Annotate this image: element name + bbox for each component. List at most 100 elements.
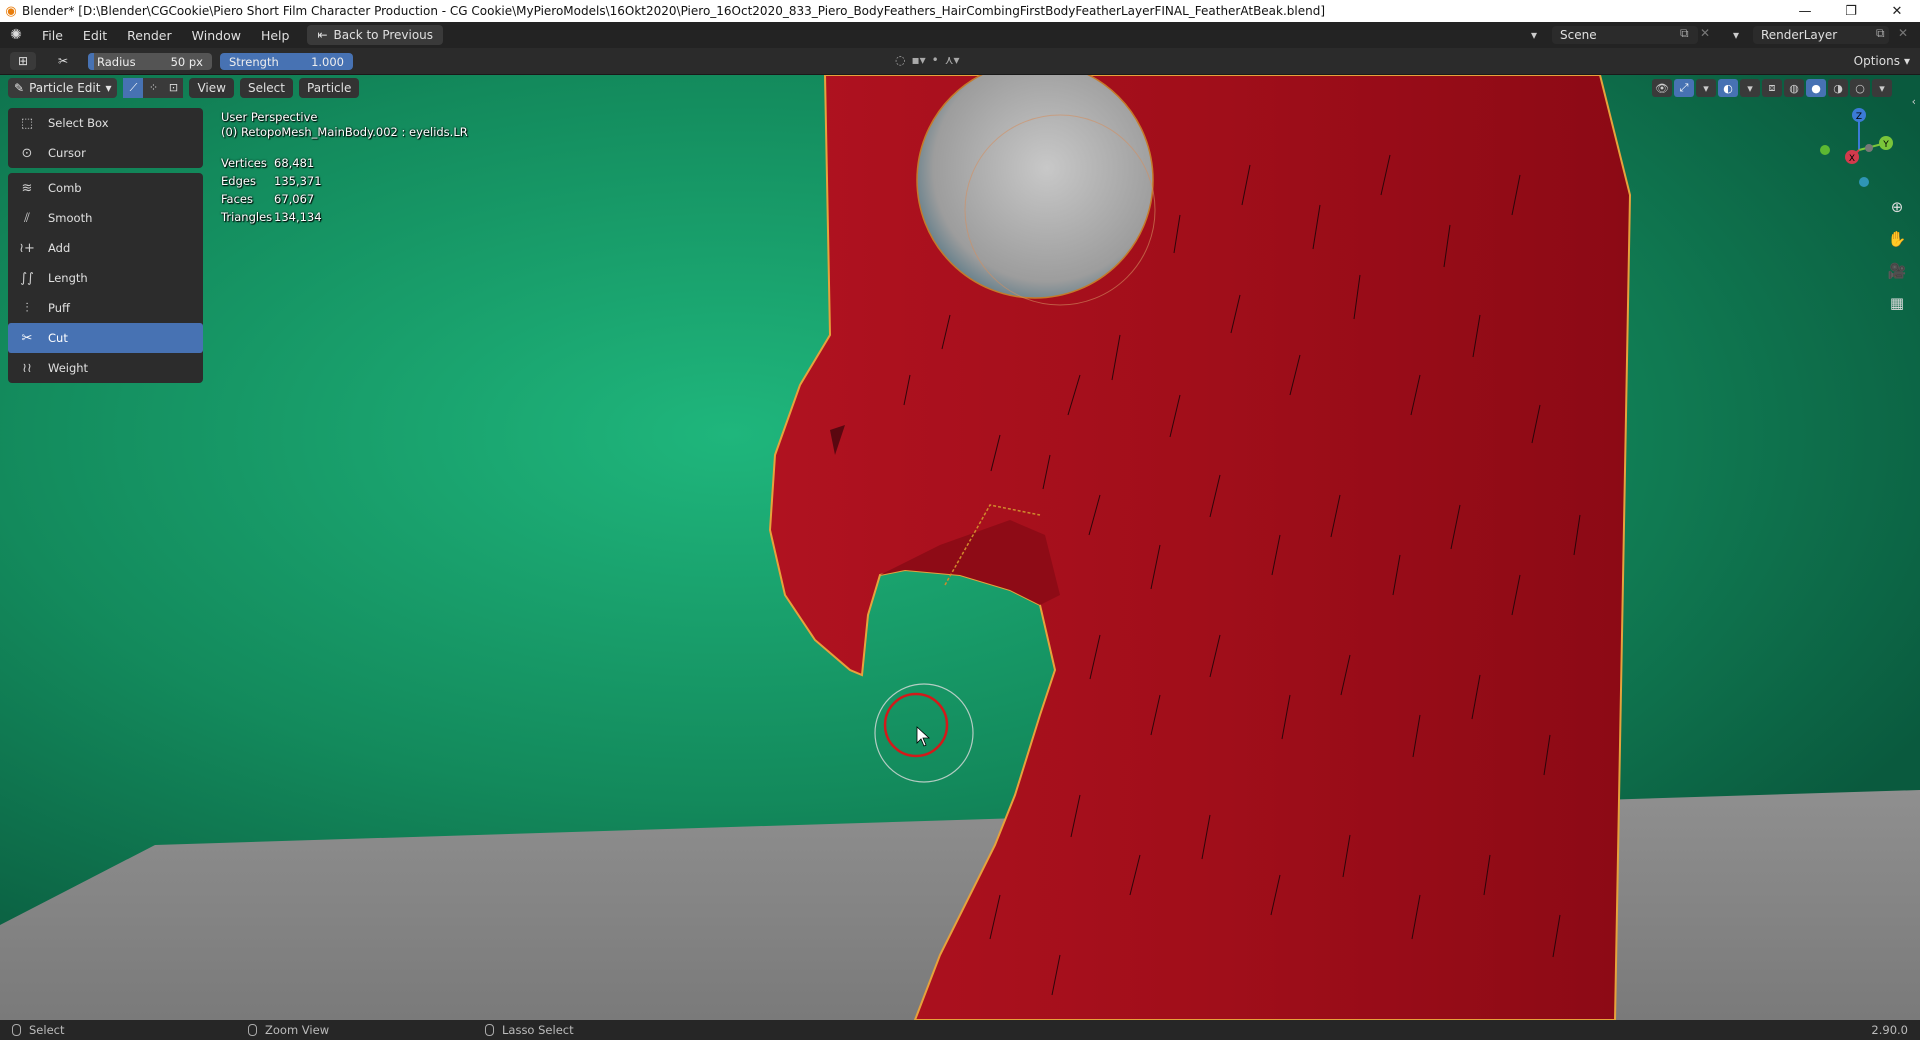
stat-label: Edges [221, 174, 256, 188]
tool-label: Weight [48, 361, 89, 375]
options-menu[interactable]: Options ▾ [1854, 52, 1910, 70]
tool-cut[interactable]: ✂ Cut [8, 323, 203, 353]
tool-weight[interactable]: ≀≀ Weight [8, 353, 203, 383]
scene-name: Scene [1560, 28, 1597, 42]
ortho-grid-icon[interactable]: ▦ [1884, 291, 1910, 315]
tool-comb[interactable]: ≋ Comb [8, 173, 203, 203]
xray-icon[interactable]: ⧈ [1762, 79, 1782, 97]
tool-add[interactable]: ≀+ Add [8, 233, 203, 263]
menu-view[interactable]: View [189, 77, 234, 98]
stat-value: 135,371 [274, 174, 322, 188]
stat-row: Vertices 68,481 [221, 154, 322, 172]
tool-smooth[interactable]: ⫽ Smooth [8, 203, 203, 233]
tool-group-brushes: ≋ Comb ⫽ Smooth ≀+ Add ∫∫ Length ⫶ Puff … [8, 173, 203, 383]
zoom-icon[interactable]: ⊕ [1884, 195, 1910, 219]
tool-label: Cursor [48, 146, 86, 160]
back-icon: ⇤ [317, 28, 328, 42]
proportional-icon[interactable]: ◌ [895, 53, 905, 67]
select-box-icon: ⬚ [20, 115, 34, 131]
renderlayer-browse-icon[interactable]: ▾ [1725, 26, 1747, 44]
gizmo-options-icon[interactable]: ▾ [1696, 79, 1716, 97]
menu-window[interactable]: Window [182, 28, 251, 43]
close-button[interactable]: ✕ [1874, 0, 1920, 22]
path-mode-icon[interactable]: ⟋ [123, 77, 144, 98]
tool-label: Select Box [48, 116, 109, 130]
pivot-icon[interactable]: • [932, 53, 939, 67]
status-select-label: Select [29, 1023, 65, 1037]
overlay-toggle-icon[interactable]: ◐ [1718, 79, 1738, 97]
scene-delete-icon[interactable]: ✕ [1700, 26, 1710, 40]
menu-render[interactable]: Render [117, 28, 182, 43]
editor-type-icon[interactable]: ⊞ [10, 52, 36, 70]
snap-icon[interactable]: ▪▾ [911, 53, 925, 67]
stat-label: Triangles [221, 210, 273, 224]
renderlayer-delete-icon[interactable]: ✕ [1898, 26, 1908, 40]
menu-help[interactable]: Help [251, 28, 300, 43]
3d-viewport[interactable]: ✎ Particle Edit ▾ ⟋ ⁘ ⊡ View Select Part… [0, 75, 1920, 1020]
viewport-shading-controls: 👁 ⤢ ▾ ◐ ▾ ⧈ ◍ ● ◑ ○ ▾ [1652, 79, 1892, 97]
sidebar-toggle-icon[interactable]: ‹ [1912, 95, 1916, 108]
version-label: 2.90.0 [1871, 1023, 1908, 1037]
menu-file[interactable]: File [32, 28, 73, 43]
tool-settings-header: ⊞ ✂ Radius 50 px Strength 1.000 ◌ ▪▾ • ⋏… [0, 48, 1920, 75]
tool-group-selection: ⬚ Select Box ⊙ Cursor [8, 108, 203, 168]
tool-shelf: ⬚ Select Box ⊙ Cursor ≋ Comb ⫽ Smooth ≀+… [8, 108, 203, 388]
overlay-options-icon[interactable]: ▾ [1740, 79, 1760, 97]
chevron-down-icon: ▾ [1903, 54, 1910, 68]
weight-icon: ≀≀ [22, 360, 32, 376]
restore-button[interactable]: ❐ [1828, 0, 1874, 22]
scene-new-icon[interactable]: ⧉ [1680, 26, 1689, 41]
tool-puff[interactable]: ⫶ Puff [8, 293, 203, 323]
gizmo-z-label: Z [1856, 112, 1862, 122]
shading-options-icon[interactable]: ▾ [1872, 79, 1892, 97]
solid-shading-icon[interactable]: ● [1806, 79, 1826, 97]
stat-value: 67,067 [274, 192, 315, 206]
stat-value: 68,481 [274, 156, 315, 170]
strength-field[interactable]: Strength 1.000 [220, 53, 353, 70]
cut-icon: ✂ [21, 330, 33, 346]
gizmo-toggle-icon[interactable]: ⤢ [1674, 79, 1694, 97]
status-lasso: Lasso Select [485, 1023, 574, 1037]
tool-length[interactable]: ∫∫ Length [8, 263, 203, 293]
back-to-previous-button[interactable]: ⇤ Back to Previous [307, 25, 444, 45]
tip-mode-icon[interactable]: ⊡ [163, 77, 184, 98]
radius-field[interactable]: Radius 50 px [88, 53, 212, 70]
scene-browse-icon[interactable]: ▾ [1523, 26, 1545, 44]
cursor-icon: ⊙ [21, 145, 33, 161]
gizmo-y-label: Y [1882, 140, 1889, 150]
radius-value: 50 px [170, 54, 203, 69]
wireframe-shading-icon[interactable]: ◍ [1784, 79, 1804, 97]
length-icon: ∫∫ [20, 270, 34, 286]
blender-menu-icon[interactable]: ✺ [0, 27, 32, 43]
tool-cursor[interactable]: ⊙ Cursor [8, 138, 203, 168]
smooth-icon: ⫽ [24, 210, 30, 226]
stat-value: 134,134 [274, 210, 322, 224]
renderlayer-new-icon[interactable]: ⧉ [1876, 26, 1885, 41]
renderlayer-field[interactable]: RenderLayer [1753, 26, 1889, 44]
scene-field[interactable]: Scene [1552, 26, 1698, 44]
minimize-button[interactable]: — [1782, 0, 1828, 22]
menu-particle[interactable]: Particle [299, 77, 360, 98]
mode-label: Particle Edit [29, 80, 101, 95]
camera-icon[interactable]: 🎥 [1884, 259, 1910, 283]
strength-label: Strength [229, 54, 279, 69]
renderlayer-name: RenderLayer [1761, 28, 1838, 42]
visibility-icon[interactable]: 👁 [1652, 79, 1672, 97]
rendered-shading-icon[interactable]: ○ [1850, 79, 1870, 97]
tool-label: Length [48, 271, 88, 285]
menu-select[interactable]: Select [239, 77, 293, 98]
tool-label: Cut [48, 331, 68, 345]
middle-mouse-icon [248, 1024, 257, 1036]
window-title: Blender* [D:\Blender\CGCookie\Piero Shor… [22, 4, 1326, 18]
navigation-gizmo[interactable]: Z Y X [1814, 105, 1904, 195]
pan-hand-icon[interactable]: ✋ [1884, 227, 1910, 251]
status-lasso-label: Lasso Select [502, 1023, 574, 1037]
point-mode-icon[interactable]: ⁘ [143, 77, 164, 98]
tool-select-box[interactable]: ⬚ Select Box [8, 108, 203, 138]
curve-icon[interactable]: ⋏▾ [945, 53, 960, 67]
blender-logo-icon: ◉ [5, 3, 17, 19]
menu-edit[interactable]: Edit [73, 28, 117, 43]
mode-selector[interactable]: ✎ Particle Edit ▾ [8, 77, 118, 98]
material-shading-icon[interactable]: ◑ [1828, 79, 1848, 97]
object-info: (0) RetopoMesh_MainBody.002 : eyelids.LR [221, 125, 468, 139]
